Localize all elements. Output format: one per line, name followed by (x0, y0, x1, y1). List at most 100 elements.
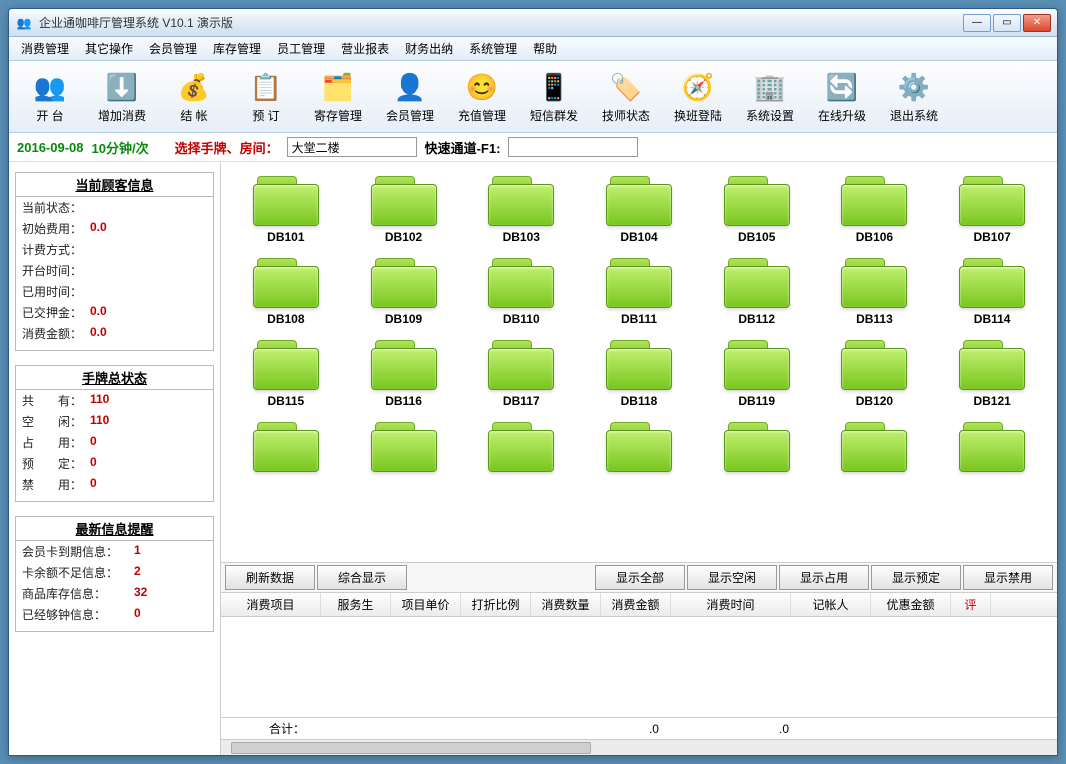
room-DB110[interactable]: DB110 (462, 254, 580, 330)
toolbtn-开台[interactable]: 👥开 台 (17, 67, 83, 126)
room-empty[interactable] (227, 418, 345, 480)
minimize-button[interactable]: — (963, 14, 991, 32)
display-btn-显示空闲[interactable]: 显示空闲 (687, 565, 777, 590)
room-DB118[interactable]: DB118 (580, 336, 698, 412)
info-val: 0 (90, 434, 97, 451)
col-优惠金额[interactable]: 优惠金额 (871, 593, 951, 616)
menu-库存管理[interactable]: 库存管理 (205, 38, 269, 59)
titlebar: 👥 企业通咖啡厅管理系统 V10.1 演示版 — ▭ ✕ (9, 9, 1057, 37)
info-key: 已交押金： (22, 304, 90, 321)
menu-营业报表[interactable]: 营业报表 (333, 38, 397, 59)
tool-label: 结 帐 (180, 107, 207, 124)
display-btn-显示全部[interactable]: 显示全部 (595, 565, 685, 590)
toolbtn-增加消费[interactable]: ⬇️增加消费 (89, 67, 155, 126)
room-DB115[interactable]: DB115 (227, 336, 345, 412)
folder-icon (722, 422, 792, 472)
col-消费金额[interactable]: 消费金额 (601, 593, 671, 616)
room-empty[interactable] (816, 418, 934, 480)
tool-icon: 🔄 (822, 69, 862, 105)
folder-icon (957, 258, 1027, 308)
room-DB104[interactable]: DB104 (580, 172, 698, 248)
toolbtn-充值管理[interactable]: 😊充值管理 (449, 67, 515, 126)
menu-帮助[interactable]: 帮助 (525, 38, 565, 59)
menu-会员管理[interactable]: 会员管理 (141, 38, 205, 59)
room-DB103[interactable]: DB103 (462, 172, 580, 248)
room-label: DB109 (385, 312, 422, 326)
close-button[interactable]: ✕ (1023, 14, 1051, 32)
consumption-table-body[interactable] (221, 617, 1057, 717)
room-empty[interactable] (698, 418, 816, 480)
room-DB108[interactable]: DB108 (227, 254, 345, 330)
toolbtn-技师状态[interactable]: 🏷️技师状态 (593, 67, 659, 126)
scrollbar-thumb[interactable] (231, 742, 591, 754)
info-key: 开台时间： (22, 262, 90, 279)
room-label: DB112 (738, 312, 775, 326)
sum-value-2: .0 (779, 722, 789, 736)
room-label: DB105 (738, 230, 775, 244)
info-val: 32 (134, 585, 147, 602)
col-项目单价[interactable]: 项目单价 (391, 593, 461, 616)
toolbtn-会员管理[interactable]: 👤会员管理 (377, 67, 443, 126)
room-empty[interactable] (462, 418, 580, 480)
maximize-button[interactable]: ▭ (993, 14, 1021, 32)
room-DB113[interactable]: DB113 (816, 254, 934, 330)
menu-员工管理[interactable]: 员工管理 (269, 38, 333, 59)
toolbtn-预订[interactable]: 📋预 订 (233, 67, 299, 126)
room-DB121[interactable]: DB121 (933, 336, 1051, 412)
room-DB105[interactable]: DB105 (698, 172, 816, 248)
menu-系统管理[interactable]: 系统管理 (461, 38, 525, 59)
toolbtn-退出系统[interactable]: ⚙️退出系统 (881, 67, 947, 126)
info-val: 2 (134, 564, 141, 581)
col-评[interactable]: 评 (951, 593, 991, 616)
col-消费数量[interactable]: 消费数量 (531, 593, 601, 616)
display-btn-综合显示[interactable]: 综合显示 (317, 565, 407, 590)
toolbtn-换班登陆[interactable]: 🧭换班登陆 (665, 67, 731, 126)
toolbtn-短信群发[interactable]: 📱短信群发 (521, 67, 587, 126)
room-DB107[interactable]: DB107 (933, 172, 1051, 248)
tool-icon: 👥 (30, 69, 70, 105)
room-DB120[interactable]: DB120 (816, 336, 934, 412)
room-DB119[interactable]: DB119 (698, 336, 816, 412)
menu-财务出纳[interactable]: 财务出纳 (397, 38, 461, 59)
horizontal-scrollbar[interactable] (221, 739, 1057, 755)
room-DB116[interactable]: DB116 (345, 336, 463, 412)
display-btn-显示禁用[interactable]: 显示禁用 (963, 565, 1053, 590)
room-DB102[interactable]: DB102 (345, 172, 463, 248)
folder-icon (251, 340, 321, 390)
room-label: DB103 (503, 230, 540, 244)
room-DB109[interactable]: DB109 (345, 254, 463, 330)
tool-icon: 🗂️ (318, 69, 358, 105)
folder-icon (604, 422, 674, 472)
display-btn-显示预定[interactable]: 显示预定 (871, 565, 961, 590)
room-grid-area[interactable]: DB101DB102 DB103 DB104 DB105 DB106DB107 DB108… (221, 162, 1057, 562)
room-grid: DB101DB102 DB103 DB104 DB105 DB106DB107 DB108… (227, 172, 1051, 480)
room-DB114[interactable]: DB114 (933, 254, 1051, 330)
room-label: DB104 (620, 230, 657, 244)
menu-其它操作[interactable]: 其它操作 (77, 38, 141, 59)
info-row: 计费方式： (16, 239, 213, 260)
room-DB106[interactable]: DB106 (816, 172, 934, 248)
info-row: 已交押金：0.0 (16, 302, 213, 323)
toolbtn-系统设置[interactable]: 🏢系统设置 (737, 67, 803, 126)
display-btn-显示占用[interactable]: 显示占用 (779, 565, 869, 590)
room-empty[interactable] (345, 418, 463, 480)
room-select-input[interactable] (287, 137, 417, 157)
col-服务生[interactable]: 服务生 (321, 593, 391, 616)
display-btn-刷新数据[interactable]: 刷新数据 (225, 565, 315, 590)
room-label: DB114 (974, 312, 1011, 326)
quick-channel-input[interactable] (508, 137, 638, 157)
toolbtn-结帐[interactable]: 💰结 帐 (161, 67, 227, 126)
toolbtn-寄存管理[interactable]: 🗂️寄存管理 (305, 67, 371, 126)
col-消费时间[interactable]: 消费时间 (671, 593, 791, 616)
room-DB111[interactable]: DB111 (580, 254, 698, 330)
room-empty[interactable] (933, 418, 1051, 480)
room-DB112[interactable]: DB112 (698, 254, 816, 330)
col-打折比例[interactable]: 打折比例 (461, 593, 531, 616)
menu-消费管理[interactable]: 消费管理 (13, 38, 77, 59)
toolbtn-在线升级[interactable]: 🔄在线升级 (809, 67, 875, 126)
room-empty[interactable] (580, 418, 698, 480)
room-DB117[interactable]: DB117 (462, 336, 580, 412)
col-记帐人[interactable]: 记帐人 (791, 593, 871, 616)
room-DB101[interactable]: DB101 (227, 172, 345, 248)
col-消费项目[interactable]: 消费项目 (221, 593, 321, 616)
